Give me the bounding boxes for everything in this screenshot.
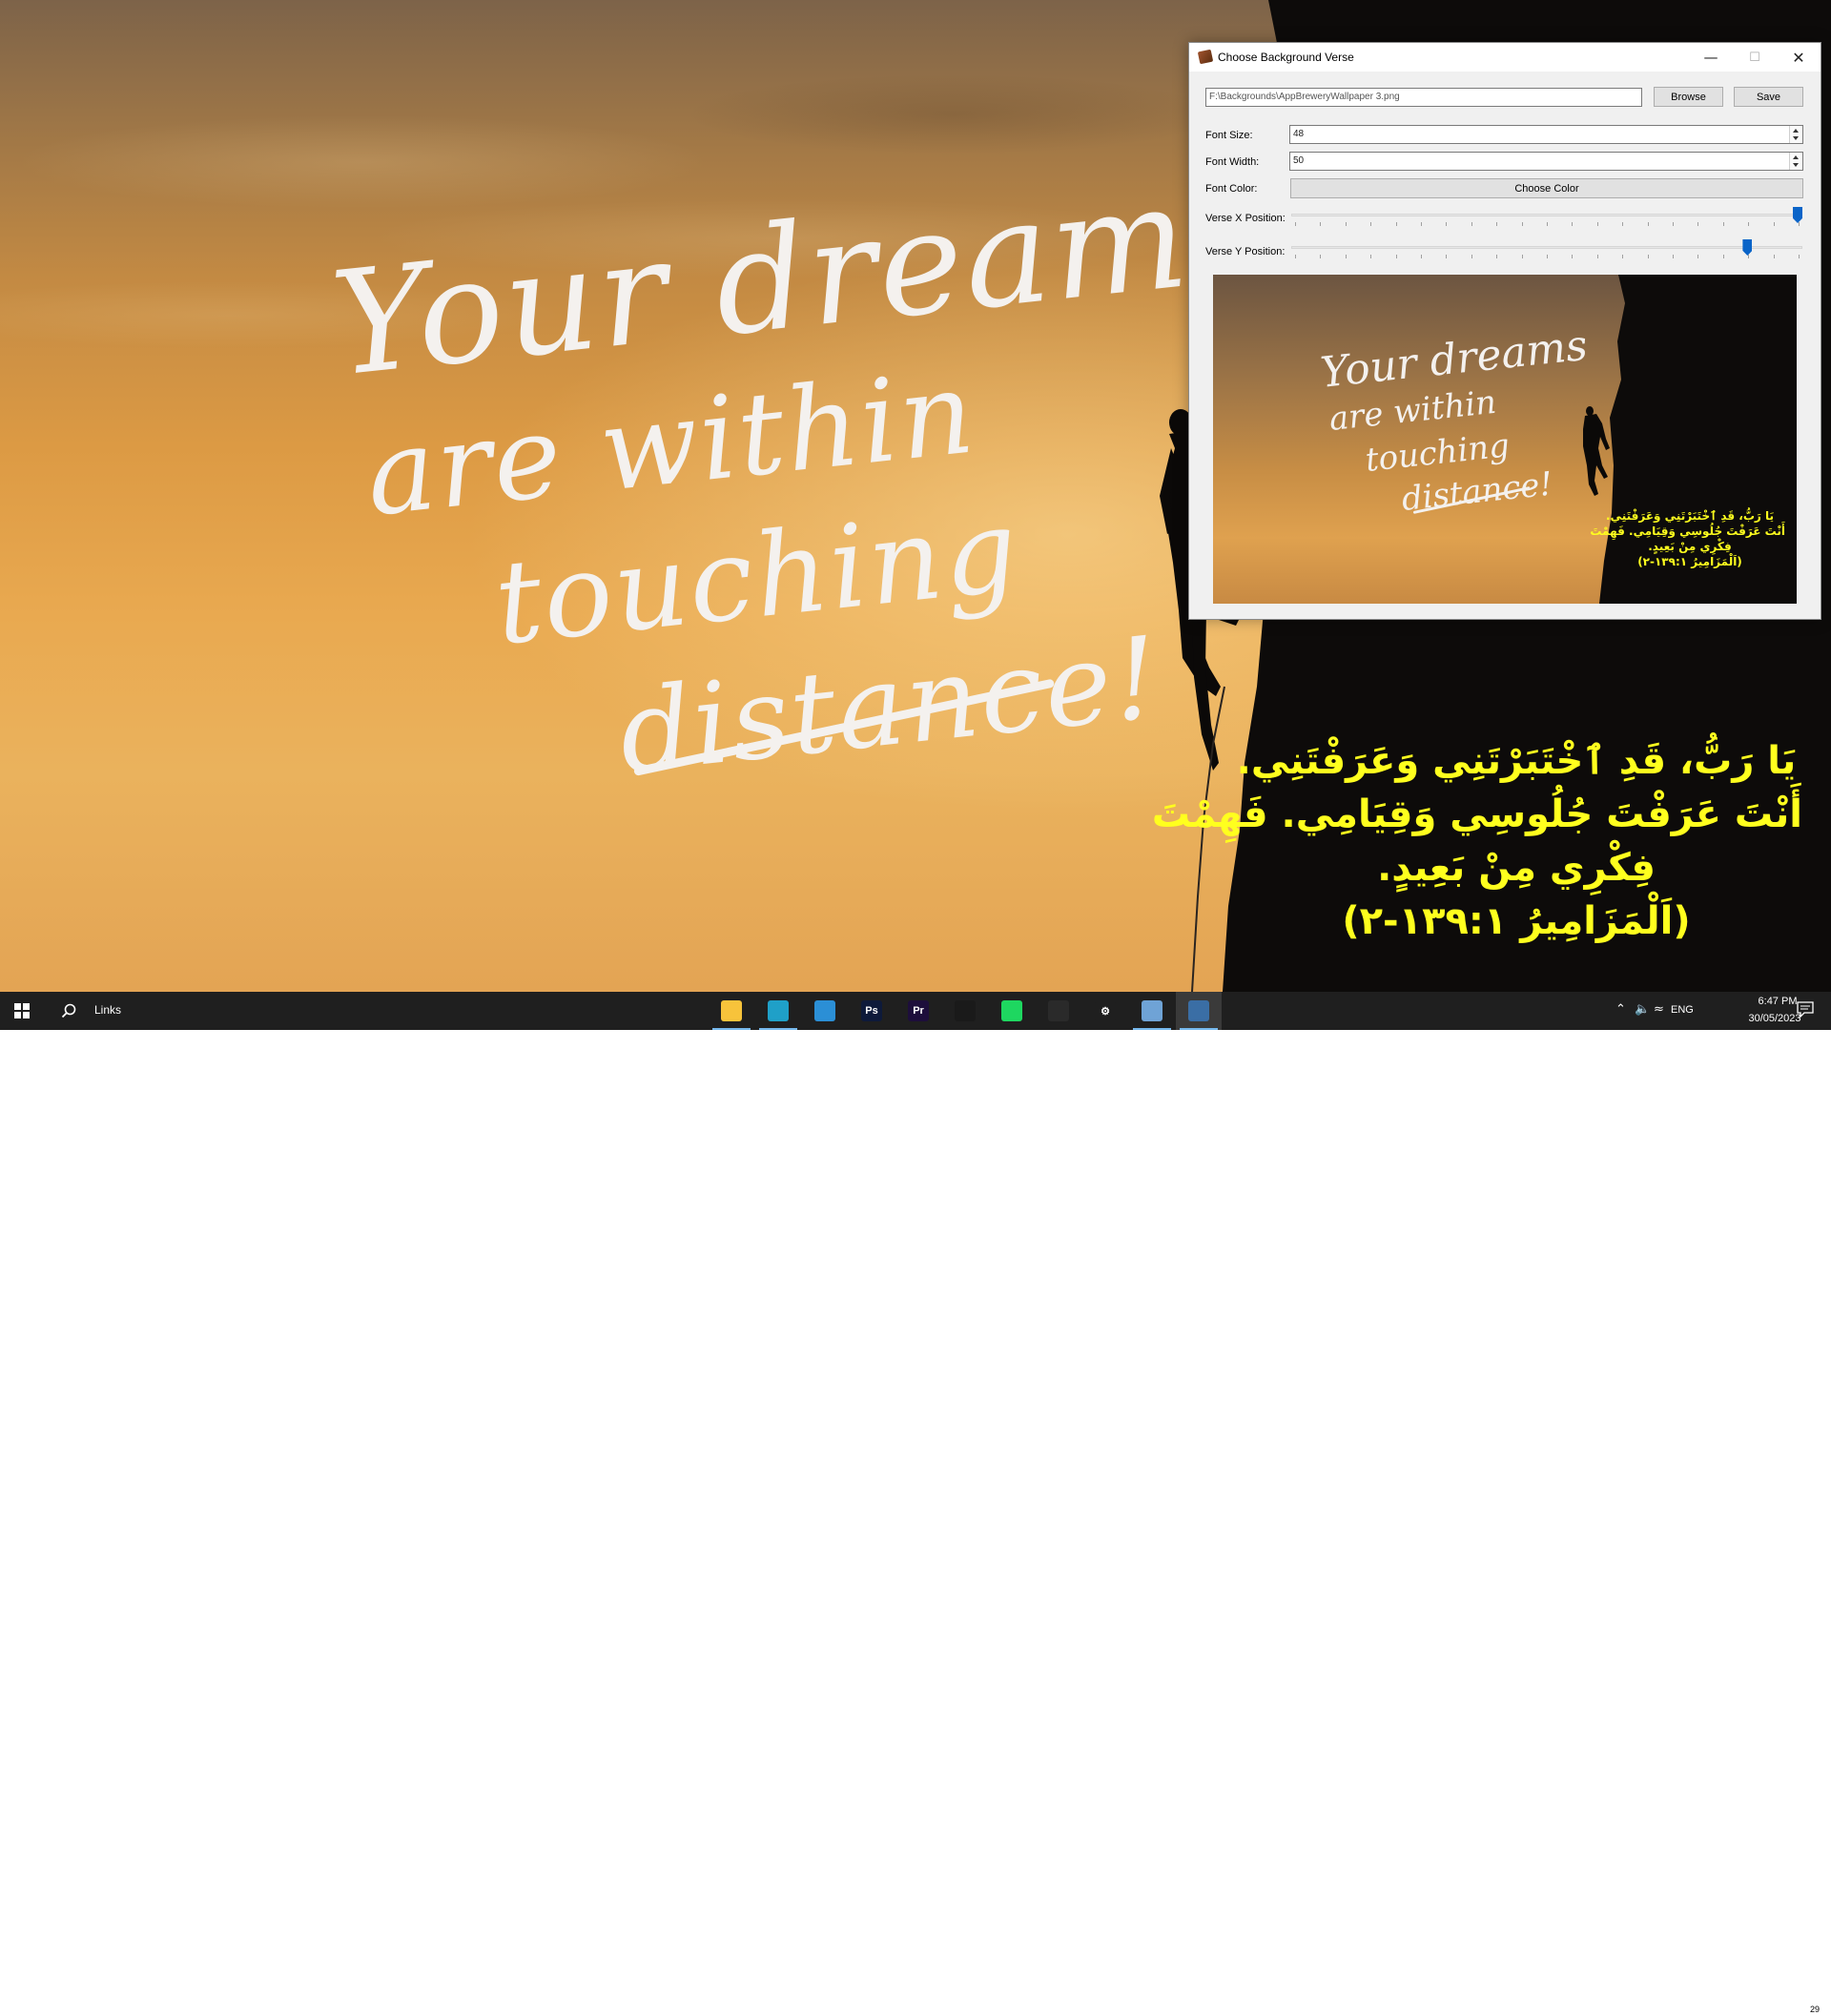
font-size-spinbox[interactable]: 48 [1289,125,1803,144]
taskbar: Links Ps Pr ⚙ ⌃ 🔈 ≈ ENG 6:47 PM 30/05/2023… [0,992,1831,2016]
notification-count-badge: 29 [1806,2003,1823,2016]
wallpaper-preview: Your dreams are within touching distance… [1213,275,1797,604]
slider-groove [1291,246,1802,249]
slider-ticks [1291,222,1802,227]
wifi-icon[interactable]: ≈ [1654,1002,1664,1017]
taskbar-app-image-editor[interactable] [1129,992,1175,1030]
spin-up-icon[interactable] [1793,155,1799,159]
search-icon [61,1003,76,1018]
system-tray: ⌃ 🔈 ≈ ENG 6:47 PM 30/05/2023 [1602,992,1831,1030]
vscode-icon [814,1000,835,1021]
photoshop-icon: Ps [861,1000,882,1021]
verse-y-slider-handle[interactable] [1742,239,1753,256]
chevron-up-icon[interactable]: ⌃ [1615,1002,1626,1017]
acrobat-icon [955,1000,976,1021]
python-icon [1188,1000,1209,1021]
bible-icon [1197,49,1214,65]
start-button[interactable] [0,992,44,1030]
taskbar-app-photoshop[interactable]: Ps [849,992,895,1030]
slider-ticks [1291,255,1802,259]
wallpaper-verse-line-4: (اَلْمَزَامِيرُ ١٣٩:١-٢) [1342,899,1691,943]
wallpaper-verse: يَا رَبُّ، قَدِ ٱخْتَبَرْتَنِي وَعَرَفْت… [1151,734,1802,948]
taskbar-app-acrobat[interactable] [942,992,988,1030]
wallpaper-verse-line-2: أَنْتَ عَرَفْتَ جُلُوسِي وَقِيَامِي. فَه… [1151,792,1802,836]
maximize-button[interactable]: ☐ [1733,43,1777,72]
font-color-label: Font Color: [1205,183,1258,195]
settings-icon: ⚙ [1095,1000,1116,1021]
taskbar-app-file-explorer[interactable] [709,992,754,1030]
font-size-spinner[interactable] [1789,126,1802,143]
taskbar-app-python[interactable] [1176,992,1222,1030]
verse-x-slider[interactable] [1291,207,1802,232]
preview-verse: يَا رَبُّ، قَدِ ٱخْتَبَرْتَنِي وَعَرَفْت… [1590,508,1785,569]
taskbar-app-vscode[interactable] [802,992,848,1030]
font-size-value: 48 [1293,129,1305,139]
font-width-spinbox[interactable]: 50 [1289,152,1803,171]
taskbar-app-spotify[interactable] [989,992,1035,1030]
links-toolbar-label[interactable]: Links [94,1003,121,1017]
verse-x-slider-handle[interactable] [1793,207,1802,223]
preview-verse-line-2: أَنْتَ عَرَفْتَ جُلُوسِي وَقِيَامِي. فَه… [1590,525,1785,538]
spin-down-icon[interactable] [1793,163,1799,167]
preview-verse-line-1: يَا رَبُّ، قَدِ ٱخْتَبَرْتَنِي وَعَرَفْت… [1606,509,1774,523]
spotify-icon [1001,1000,1022,1021]
slider-groove [1291,214,1802,216]
verse-x-label: Verse X Position: [1205,213,1286,224]
font-size-label: Font Size: [1205,130,1253,141]
taskbar-app-premiere[interactable]: Pr [895,992,941,1030]
search-button[interactable] [50,992,88,1030]
file-explorer-icon [721,1000,742,1021]
verse-y-label: Verse Y Position: [1205,246,1286,257]
window-title: Choose Background Verse [1218,51,1354,64]
font-width-spinner[interactable] [1789,153,1802,170]
verse-y-slider[interactable] [1291,239,1802,264]
edge-icon [768,1000,789,1021]
preview-verse-line-3: فِكْرِي مِنْ بَعِيدٍ. [1648,540,1732,553]
close-button[interactable]: ✕ [1777,43,1821,72]
image-editor-icon [1142,1000,1162,1021]
choose-color-button[interactable]: Choose Color [1290,178,1803,198]
font-width-label: Font Width: [1205,156,1260,168]
whatsapp-icon [1048,1000,1069,1021]
premiere-icon: Pr [908,1000,929,1021]
minimize-button[interactable]: — [1689,43,1733,72]
spin-up-icon[interactable] [1793,129,1799,133]
spin-down-icon[interactable] [1793,136,1799,140]
file-path-input[interactable]: F:\Backgrounds\AppBreweryWallpaper 3.png [1205,88,1642,107]
save-button[interactable]: Save [1734,87,1803,107]
wallpaper-verse-line-1: يَا رَبُّ، قَدِ ٱخْتَبَرْتَنِي وَعَرَفْت… [1236,739,1797,783]
wallpaper-verse-line-3: فِكْرِي مِنْ بَعِيدٍ. [1377,846,1656,890]
browse-button[interactable]: Browse [1654,87,1723,107]
font-width-value: 50 [1293,155,1305,166]
language-indicator[interactable]: ENG [1671,1004,1694,1016]
taskbar-app-settings[interactable]: ⚙ [1082,992,1128,1030]
choose-verse-window: Choose Background Verse — ☐ ✕ F:\Backgro… [1188,42,1821,620]
taskbar-app-edge[interactable] [755,992,801,1030]
volume-icon[interactable]: 🔈 [1635,1002,1650,1017]
window-titlebar[interactable]: Choose Background Verse — ☐ ✕ [1189,43,1821,72]
preview-verse-line-4: (اَلْمَزَامِيرُ ١٣٩:١-٢) [1637,555,1742,568]
taskbar-app-whatsapp[interactable] [1036,992,1081,1030]
notification-center-icon[interactable] [1797,1001,1816,1018]
windows-logo-icon [14,1003,30,1018]
